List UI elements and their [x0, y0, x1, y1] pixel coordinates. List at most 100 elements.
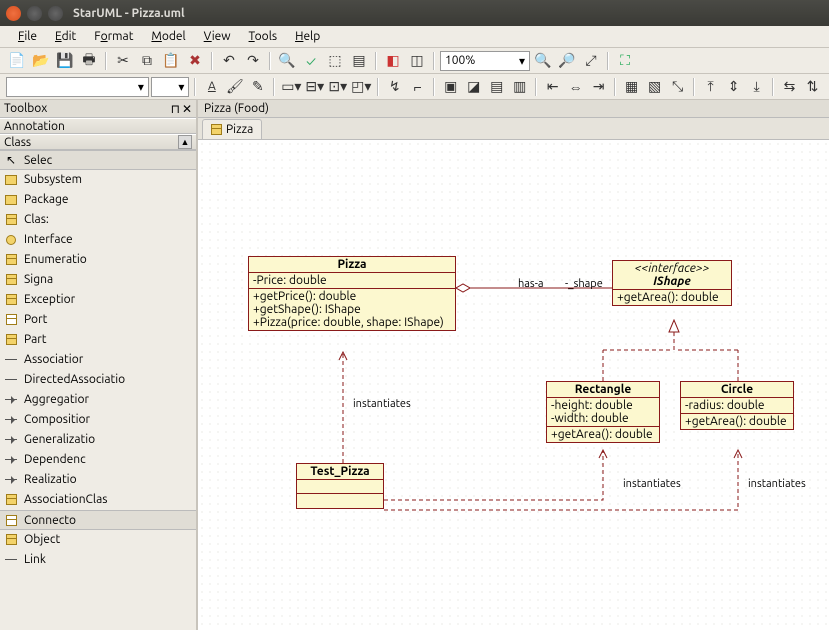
toolbox-item-object[interactable]: Object — [0, 530, 196, 550]
menu-view[interactable]: View — [196, 28, 239, 45]
model-check-button[interactable]: ✓ — [300, 50, 322, 72]
align-right-button[interactable]: ⇥ — [588, 76, 609, 98]
resize-button[interactable]: ⤡ — [667, 76, 688, 98]
align-left-button[interactable]: ⇤ — [542, 76, 563, 98]
suppress-attr-button[interactable]: ⊟▾ — [304, 76, 325, 98]
diagram-canvas[interactable]: has-a -_shape instantiates instantiates … — [198, 140, 829, 630]
tab-pizza[interactable]: Pizza — [202, 119, 262, 139]
open-button[interactable]: 📂 — [30, 50, 52, 72]
suppress-op-button[interactable]: ⊡▾ — [327, 76, 348, 98]
toolbox-item-generalizatio[interactable]: Generalizatio — [0, 430, 196, 450]
line-color-button[interactable]: ✎ — [247, 76, 268, 98]
align-middle-button[interactable]: ⇕ — [723, 76, 744, 98]
diagram-button[interactable]: ▤ — [348, 50, 370, 72]
tool-icon — [4, 194, 18, 206]
find-button[interactable]: 🔍 — [276, 50, 298, 72]
bring-front-button[interactable]: ▣ — [440, 76, 461, 98]
elements-button[interactable]: ⬚ — [324, 50, 346, 72]
pin-icon[interactable]: ⊓ — [171, 102, 180, 116]
toolbox-item-dependenc[interactable]: Dependenc — [0, 450, 196, 470]
class-testpizza[interactable]: Test_Pizza — [296, 463, 384, 509]
close-button[interactable] — [6, 6, 21, 21]
toolbox-item-enumeratio[interactable]: Enumeratio — [0, 250, 196, 270]
ungroup-button[interactable]: ▧ — [644, 76, 665, 98]
tool-icon — [4, 314, 18, 326]
delete-button[interactable]: ✖ — [184, 50, 206, 72]
menu-file[interactable]: File — [10, 28, 45, 45]
align-top-button[interactable]: ⤒ — [700, 76, 721, 98]
menu-model[interactable]: Model — [143, 28, 193, 45]
line-style-button[interactable]: ↯ — [384, 76, 405, 98]
space-h-button[interactable]: ⇆ — [779, 76, 800, 98]
toolbox-item-clas[interactable]: Clas: — [0, 210, 196, 230]
undo-button[interactable]: ↶ — [218, 50, 240, 72]
toolbox-header: Toolbox ⊓ ✕ — [0, 100, 196, 118]
copy-button[interactable]: ⧉ — [136, 50, 158, 72]
fill-color-button[interactable]: 🖌 — [224, 76, 245, 98]
paste-button[interactable]: 📋 — [160, 50, 182, 72]
font-combo[interactable]: ▾ — [6, 77, 149, 97]
class-circle[interactable]: Circle -radius: double +getArea(): doubl… — [680, 381, 794, 430]
zoom-out-button[interactable]: 🔎 — [556, 50, 578, 72]
diagram-icon — [211, 124, 222, 135]
toolbox-item-subsystem[interactable]: Subsystem — [0, 170, 196, 190]
toolbar-main: 📄 📂 💾 🖶 ✂ ⧉ 📋 ✖ ↶ ↷ 🔍 ✓ ⬚ ▤ ◧ ◫ 100%▾ 🔍 … — [0, 48, 829, 74]
tool-icon — [4, 474, 18, 486]
cut-button[interactable]: ✂ — [112, 50, 134, 72]
palette-button[interactable]: ◫ — [406, 50, 428, 72]
tool-icon — [4, 434, 18, 446]
fullscreen-button[interactable]: ⛶ — [614, 50, 636, 72]
align-center-button[interactable]: ⇔ — [565, 76, 586, 98]
toolbox-item-compositior[interactable]: Compositior — [0, 410, 196, 430]
stereotype-button[interactable]: ▭▾ — [280, 76, 302, 98]
toolbox-item-signa[interactable]: Signa — [0, 270, 196, 290]
toolbox-item-link[interactable]: Link — [0, 550, 196, 570]
zoom-in-button[interactable]: 🔍 — [532, 50, 554, 72]
space-v-button[interactable]: ⇅ — [802, 76, 823, 98]
class-rectangle[interactable]: Rectangle -height: double -width: double… — [546, 381, 660, 443]
align-bottom-button[interactable]: ⤓ — [746, 76, 767, 98]
toolbox-item-associationclas[interactable]: AssociationClas — [0, 490, 196, 510]
color-button[interactable]: ◧ — [382, 50, 404, 72]
print-button[interactable]: 🖶 — [78, 50, 100, 72]
zoom-fit-button[interactable]: ⤢ — [580, 50, 602, 72]
toolbox-item-realizatio[interactable]: Realizatio — [0, 470, 196, 490]
toolbox-item-associatior[interactable]: Associatior — [0, 350, 196, 370]
show-op-sig-button[interactable]: ◰▾ — [350, 76, 372, 98]
toolbox-item-package[interactable]: Package — [0, 190, 196, 210]
toolbox-item-part[interactable]: Part — [0, 330, 196, 350]
tool-icon — [4, 494, 18, 506]
toolbox-item-directedassociatio[interactable]: DirectedAssociatio — [0, 370, 196, 390]
section-class[interactable]: Class ▲ — [0, 134, 196, 150]
maximize-button[interactable] — [48, 6, 63, 21]
redo-button[interactable]: ↷ — [242, 50, 264, 72]
bring-forward-button[interactable]: ▤ — [486, 76, 507, 98]
toolbox-item-interface[interactable]: Interface — [0, 230, 196, 250]
menu-edit[interactable]: Edit — [47, 28, 84, 45]
font-color-button[interactable]: A — [201, 76, 222, 98]
toolbox-list: ↖SelecSubsystemPackageClas:InterfaceEnum… — [0, 150, 196, 630]
menu-format[interactable]: Format — [86, 28, 141, 45]
new-button[interactable]: 📄 — [6, 50, 28, 72]
toolbox-item-aggregatior[interactable]: Aggregatior — [0, 390, 196, 410]
send-back-button[interactable]: ◪ — [463, 76, 484, 98]
zoom-combo[interactable]: 100%▾ — [440, 51, 530, 71]
line-rect-button[interactable]: ⌐ — [407, 76, 428, 98]
toolbox-item-connecto[interactable]: Connecto — [0, 510, 196, 530]
send-backward-button[interactable]: ▥ — [509, 76, 530, 98]
class-pizza[interactable]: Pizza -Price: double +getPrice(): double… — [248, 256, 456, 331]
minimize-button[interactable] — [27, 6, 42, 21]
section-annotation[interactable]: Annotation — [0, 118, 196, 134]
save-button[interactable]: 💾 — [54, 50, 76, 72]
interface-ishape[interactable]: <<interface>>IShape +getArea(): double — [612, 260, 732, 306]
menu-tools[interactable]: Tools — [241, 28, 286, 45]
group-button[interactable]: ▦ — [621, 76, 642, 98]
tool-icon — [4, 354, 18, 366]
fontsize-combo[interactable]: ▾ — [151, 77, 189, 97]
toolbox-item-port[interactable]: Port — [0, 310, 196, 330]
toolbox-item-exceptior[interactable]: Exceptior — [0, 290, 196, 310]
toolbox-item-selec[interactable]: ↖Selec — [0, 150, 196, 170]
scroll-up-icon[interactable]: ▲ — [178, 135, 192, 149]
menu-help[interactable]: Help — [287, 28, 328, 45]
close-icon[interactable]: ✕ — [182, 102, 192, 116]
